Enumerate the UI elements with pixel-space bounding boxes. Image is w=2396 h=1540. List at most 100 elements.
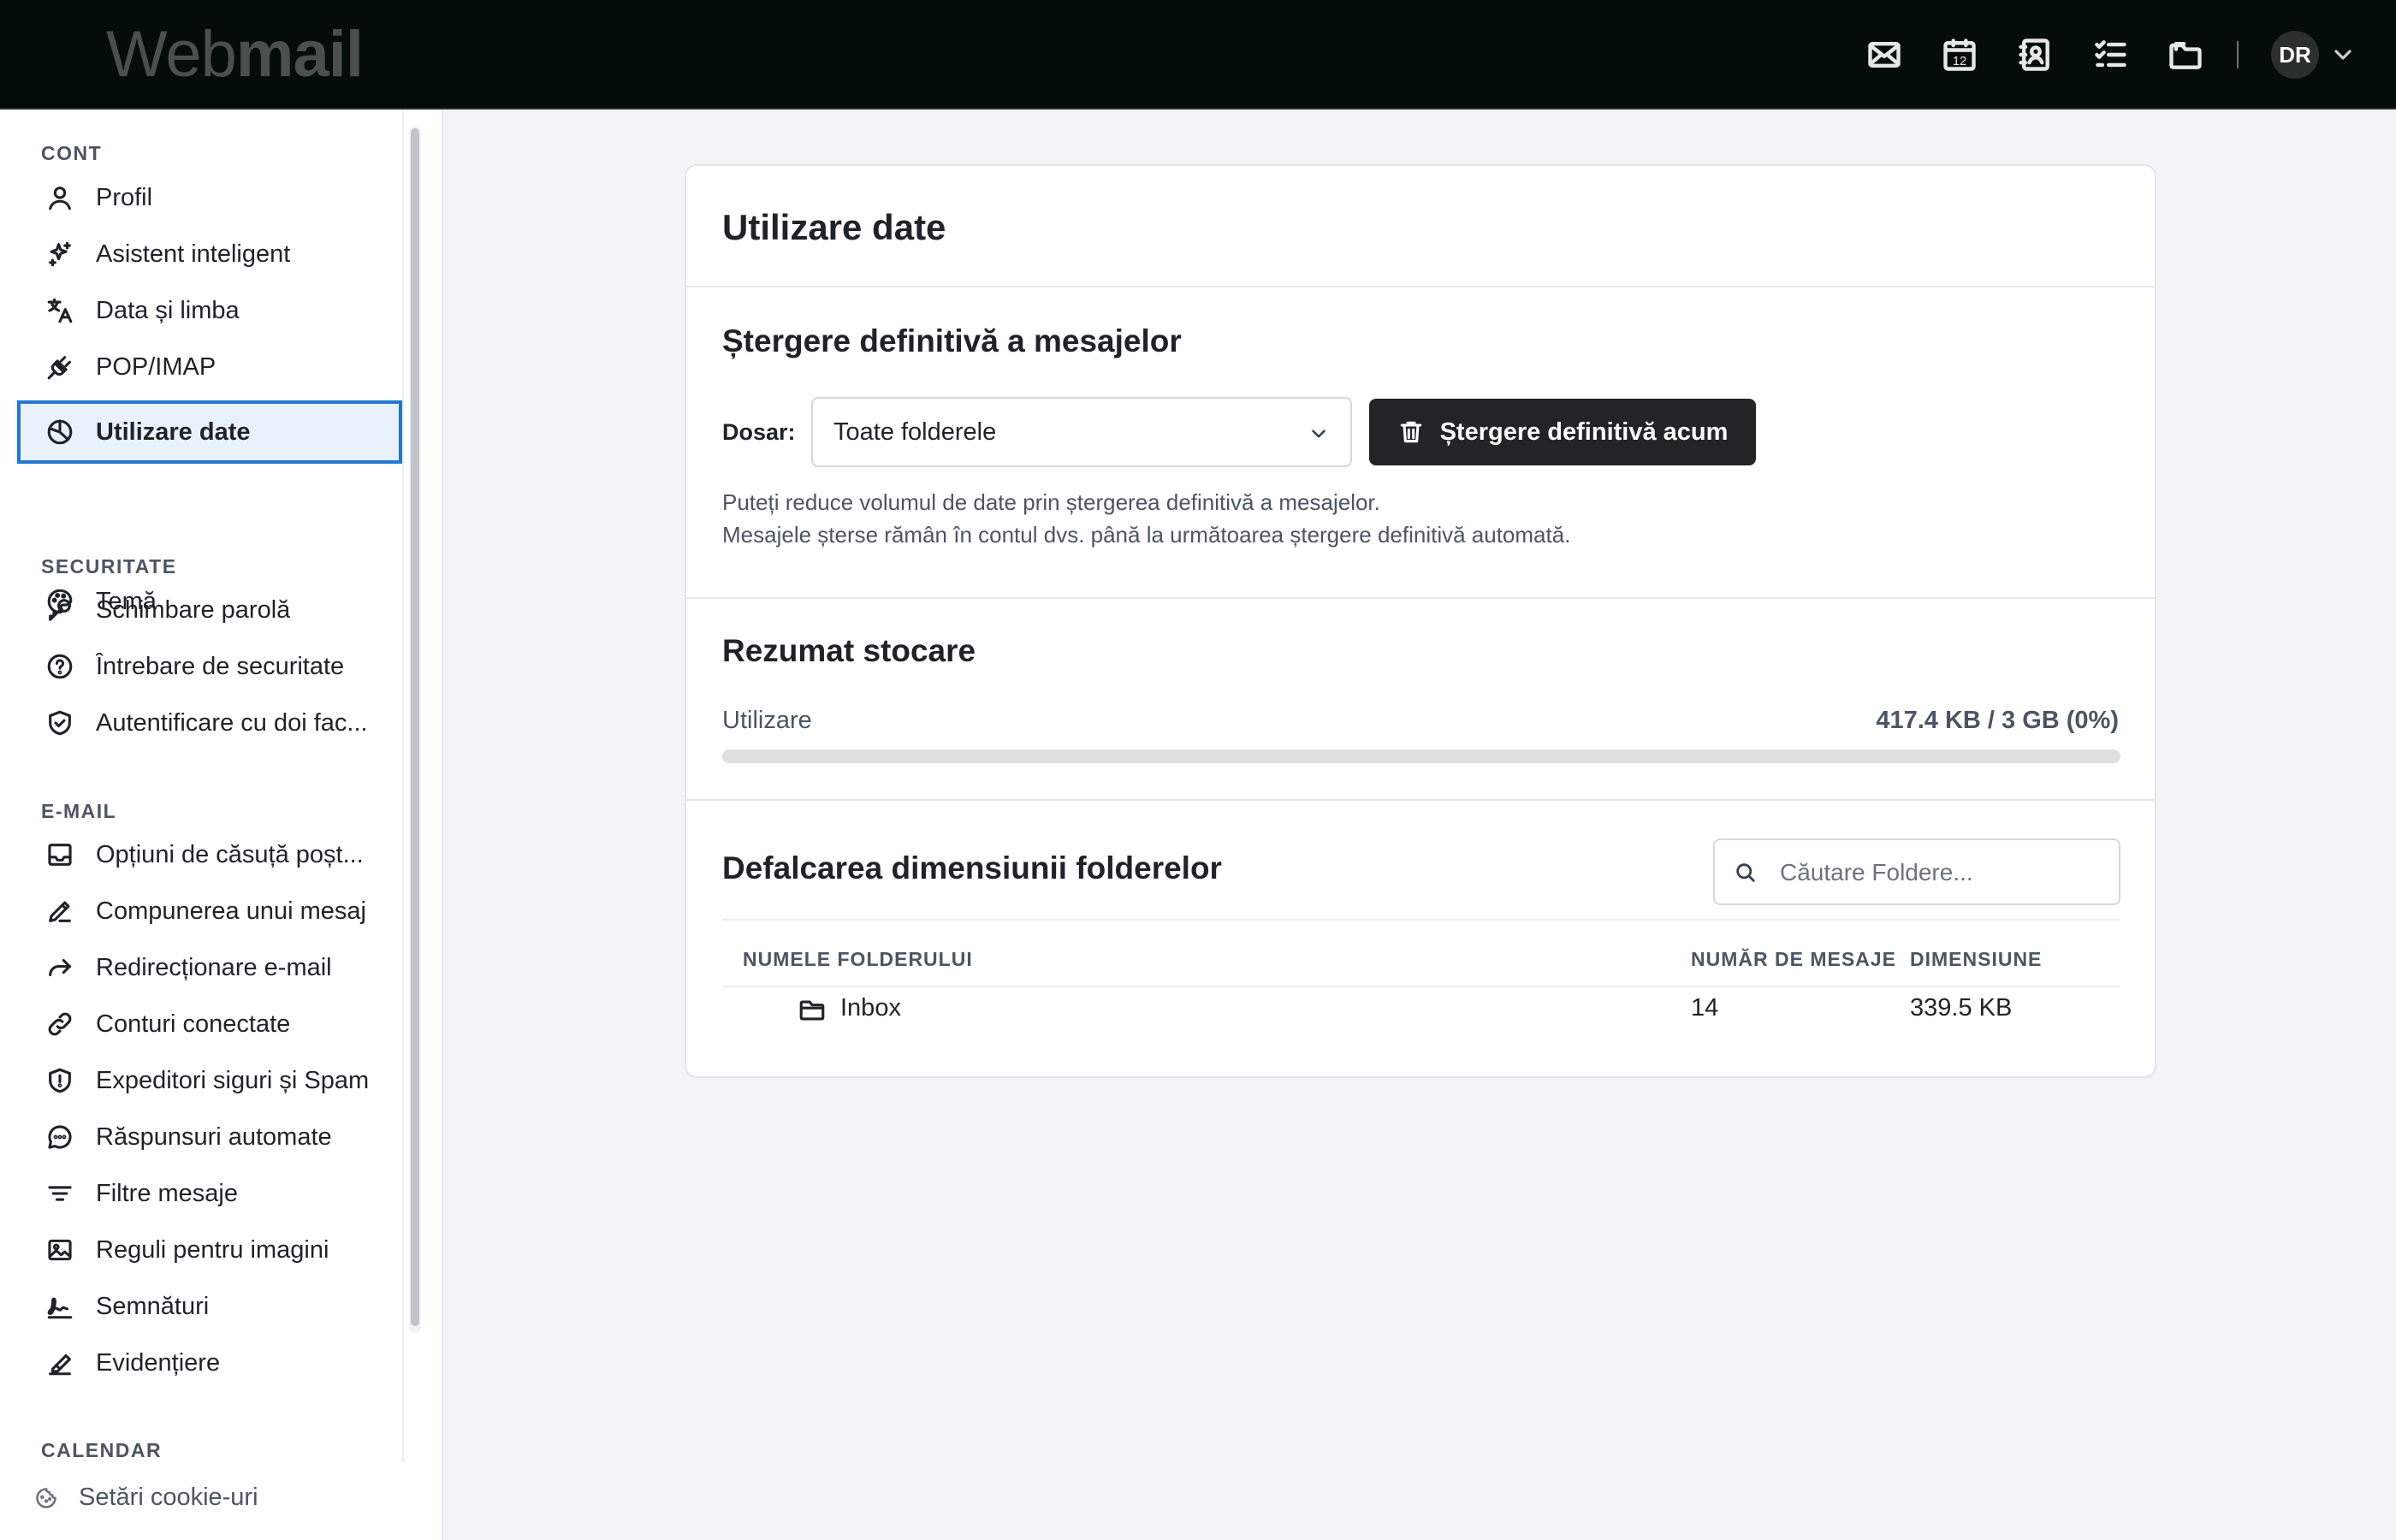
folder-search (1713, 838, 2120, 905)
sidebar-item-expeditori-spam[interactable]: Expeditori siguri și Spam (17, 1049, 402, 1112)
contacts-icon[interactable] (2014, 34, 2055, 75)
sidebar-item-intrebare-securitate[interactable]: Întrebare de securitate (17, 635, 402, 698)
user-avatar[interactable]: DR (2271, 31, 2319, 79)
search-icon (1736, 863, 1755, 882)
folder-icon (798, 996, 827, 1025)
folder-label: Dosar: (722, 419, 796, 445)
plug-icon (43, 350, 77, 384)
folder-icon[interactable] (2165, 34, 2206, 75)
purge-help-line-1: Puteți reduce volumul de date prin șterg… (722, 489, 1380, 515)
translate-icon (43, 293, 77, 328)
purge-now-label: Ștergere definitivă acum (1439, 418, 1729, 446)
page-title: Utilizare date (722, 207, 946, 247)
sidebar-item-filtre[interactable]: Filtre mesaje (17, 1162, 402, 1225)
question-circle-icon (43, 649, 77, 684)
sidebar-item-profil[interactable]: Profil (17, 166, 402, 229)
cookie-settings-label: Setări cookie-uri (79, 1484, 258, 1511)
sidebar-item-label: Redirecționare e-mail (96, 953, 332, 981)
app-logo[interactable]: Webmail (106, 19, 364, 91)
pencil-icon (43, 894, 77, 928)
sidebar-item-schimbare-parola[interactable]: Schimbare parolă (17, 578, 402, 642)
sidebar-item-label: Întrebare de securitate (96, 652, 345, 680)
usage-value: 417.4 KB / 3 GB (0%) (1876, 707, 2119, 734)
sidebar-item-conturi-conectate[interactable]: Conturi conectate (17, 992, 402, 1056)
folder-select[interactable]: Toate folderele (811, 397, 1352, 467)
mail-icon[interactable] (1864, 34, 1905, 75)
breakdown-section-title: Defalcarea dimensiunii folderelor (722, 850, 1222, 886)
sidebar-item-label: Profil (96, 183, 153, 211)
section-heading-calendar: CALENDAR (41, 1439, 163, 1461)
sidebar-item-label: Opțiuni de căsuță poșt... (96, 840, 364, 868)
filter-icon (43, 1176, 77, 1211)
storage-section-title: Rezumat stocare (722, 633, 976, 668)
inbox-icon (43, 838, 77, 872)
top-bar: Webmail 12 DR (0, 0, 2396, 110)
column-header-folder-name[interactable]: NUMELE FOLDERULUI (743, 948, 973, 971)
chevron-down-icon[interactable] (2329, 41, 2357, 68)
divider (686, 799, 2155, 801)
usage-label: Utilizare (722, 707, 812, 734)
purge-section-title: Ștergere definitivă a mesajelor (722, 323, 1182, 358)
sidebar-item-label: Compunerea unui mesaj (96, 897, 366, 925)
settings-sidebar: CONT Profil Asistent inteligent Data și … (0, 111, 443, 1540)
sidebar-item-utilizare-date[interactable]: Utilizare date (17, 400, 402, 464)
tasks-icon[interactable] (2090, 34, 2131, 75)
toolbar-separator (2237, 41, 2239, 68)
sidebar-item-redirectionare[interactable]: Redirecționare e-mail (17, 936, 402, 999)
sidebar-item-label: Asistent inteligent (96, 240, 291, 268)
folder-search-input[interactable] (1780, 850, 2105, 895)
image-icon (43, 1233, 77, 1267)
sidebar-item-reguli-imagini[interactable]: Reguli pentru imagini (17, 1218, 402, 1282)
chevron-down-icon (1312, 429, 1326, 438)
sidebar-item-evidentiere[interactable]: Evidențiere (17, 1331, 402, 1395)
user-icon (43, 181, 77, 215)
sidebar-item-semnaturi[interactable]: Semnături (17, 1275, 402, 1338)
sidebar-item-label: Expeditori siguri și Spam (96, 1066, 370, 1094)
column-header-size[interactable]: DIMENSIUNE (1910, 948, 2042, 971)
sidebar-item-autentificare-2fa[interactable]: Autentificare cu doi fac... (17, 691, 402, 755)
purge-now-button[interactable]: Ștergere definitivă acum (1369, 399, 1756, 465)
folder-select-value: Toate folderele (833, 418, 997, 446)
divider (686, 597, 2155, 599)
sidebar-item-raspunsuri-automate[interactable]: Răspunsuri automate (17, 1105, 402, 1169)
column-header-message-count[interactable]: NUMĂR DE MESAJE (1691, 948, 1896, 971)
size-cell: 339.5 KB (1910, 994, 2013, 1022)
sidebar-item-label: Schimbare parolă (96, 595, 291, 624)
sidebar-item-label: Evidențiere (96, 1348, 221, 1377)
storage-progress-bar (722, 749, 2120, 763)
sidebar-item-pop-imap[interactable]: POP/IMAP (17, 335, 402, 399)
section-heading-securitate: SECURITATE (41, 555, 177, 578)
trash-icon (1400, 421, 1421, 443)
highlighter-icon (43, 1346, 77, 1380)
shield-check-icon (43, 706, 77, 740)
sidebar-scrollbar-thumb[interactable] (411, 128, 419, 1326)
link-icon (43, 1007, 77, 1041)
key-icon (43, 593, 77, 627)
pie-chart-icon (43, 415, 77, 449)
sidebar-item-optiuni-casuta[interactable]: Opțiuni de căsuță poșt... (17, 823, 402, 886)
folder-name-cell: Inbox (840, 994, 901, 1022)
sidebar-item-label: Răspunsuri automate (96, 1122, 332, 1151)
shield-alert-icon (43, 1063, 77, 1098)
divider (686, 286, 2155, 287)
calendar-icon[interactable]: 12 (1939, 34, 1980, 75)
sidebar-item-data-limba[interactable]: Data și limba (17, 279, 402, 342)
cookie-icon (36, 1487, 56, 1508)
sidebar-item-label: Conturi conectate (96, 1010, 291, 1038)
sidebar-item-label: Autentificare cu doi fac... (96, 708, 368, 737)
section-heading-cont: CONT (41, 142, 103, 164)
section-heading-email: E-MAIL (41, 800, 117, 822)
message-count-cell: 14 (1691, 994, 1719, 1022)
cookie-settings-link[interactable]: Setări cookie-uri (34, 1484, 258, 1512)
sidebar-item-label: POP/IMAP (96, 352, 216, 381)
sidebar-item-compunere[interactable]: Compunerea unui mesaj (17, 880, 402, 943)
purge-help-line-2: Mesajele șterse rămân în contul dvs. pân… (722, 522, 1571, 548)
table-row[interactable]: Inbox 14 339.5 KB (722, 986, 2120, 1044)
forward-icon (43, 951, 77, 985)
sidebar-item-label: Utilizare date (96, 418, 251, 446)
data-usage-card: Utilizare date Ștergere definitivă a mes… (685, 164, 2156, 1078)
table-divider (722, 919, 2120, 921)
sidebar-item-asistent[interactable]: Asistent inteligent (17, 222, 402, 286)
settings-nav: CONT Profil Asistent inteligent Data și … (0, 111, 404, 1463)
chat-icon (43, 1120, 77, 1154)
